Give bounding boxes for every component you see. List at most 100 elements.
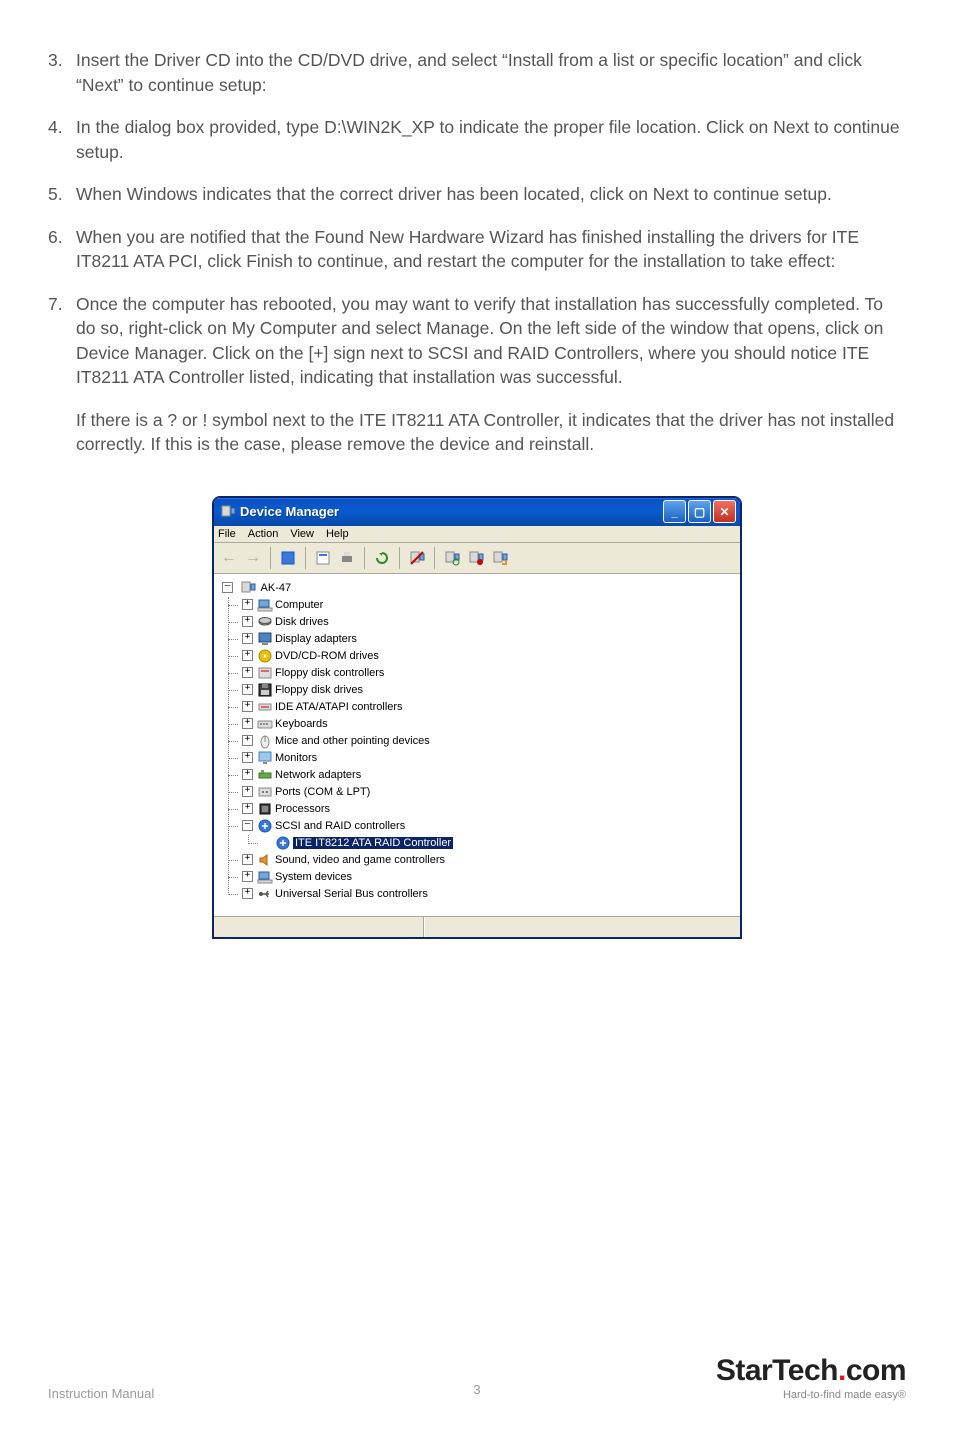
tree-node[interactable]: +Universal Serial Bus controllers: [242, 886, 736, 903]
expand-icon[interactable]: +: [242, 752, 253, 763]
display-icon: [257, 631, 273, 647]
expand-icon[interactable]: –: [242, 820, 253, 831]
computer-icon: [240, 580, 256, 596]
tree-node[interactable]: + Floppy disk drives: [242, 682, 736, 699]
node-label: SCSI and RAID controllers: [275, 820, 405, 832]
monitor-icon: [257, 750, 273, 766]
expand-icon[interactable]: +: [242, 854, 253, 865]
page-number: 3: [473, 1382, 480, 1397]
node-label: Floppy disk controllers: [275, 667, 384, 679]
toolbar: ← →: [214, 543, 740, 574]
tree-node[interactable]: + Sound, video and game controllers: [242, 852, 736, 869]
device-manager-window: Device Manager _ ▢ ✕ File Action View He…: [213, 497, 741, 938]
node-label: Monitors: [275, 752, 317, 764]
tree-node[interactable]: ITE IT8212 ATA RAID Controller: [262, 835, 736, 852]
tree-node[interactable]: +Disk drives: [242, 614, 736, 631]
node-label: DVD/CD-ROM drives: [275, 650, 379, 662]
node-label: Network adapters: [275, 769, 361, 781]
ports-icon: [257, 784, 273, 800]
expand-icon[interactable]: +: [242, 718, 253, 729]
node-label: Floppy disk drives: [275, 684, 363, 696]
expand-icon[interactable]: +: [242, 786, 253, 797]
statusbar: [214, 916, 740, 937]
expand-icon[interactable]: +: [242, 803, 253, 814]
ide-icon: [257, 699, 273, 715]
tree-node[interactable]: + DVD/CD-ROM drives: [242, 648, 736, 665]
close-button[interactable]: ✕: [713, 500, 736, 523]
tree-node[interactable]: + Network adapters: [242, 767, 736, 784]
step-7: 7.Once the computer has rebooted, you ma…: [48, 292, 906, 390]
expand-icon[interactable]: +: [242, 650, 253, 661]
floppyctrl-icon: [257, 665, 273, 681]
minimize-button[interactable]: _: [663, 500, 686, 523]
keyboard-icon: [257, 716, 273, 732]
app-icon: [220, 504, 236, 520]
tree-node[interactable]: + IDE ATA/ATAPI controllers: [242, 699, 736, 716]
logo: StarTech.com Hard-to-find made easy®: [716, 1354, 906, 1401]
node-label: Mice and other pointing devices: [275, 735, 430, 747]
disk-icon: [257, 614, 273, 630]
tree-node[interactable]: + Floppy disk controllers: [242, 665, 736, 682]
tree-node[interactable]: + Ports (COM & LPT): [242, 784, 736, 801]
tree-node[interactable]: + Computer: [242, 597, 736, 614]
tree-node[interactable]: + Mice and other pointing devices: [242, 733, 736, 750]
node-label: Sound, video and game controllers: [275, 854, 445, 866]
scsi-icon: [275, 835, 291, 851]
expand-icon[interactable]: +: [242, 616, 253, 627]
collapse-icon[interactable]: –: [222, 582, 233, 593]
menu-view[interactable]: View: [290, 528, 314, 540]
followup-paragraph: If there is a ? or ! symbol next to the …: [48, 408, 906, 457]
tree-node[interactable]: + Processors: [242, 801, 736, 818]
print-icon[interactable]: [338, 549, 356, 567]
uninstall-icon[interactable]: [408, 549, 426, 567]
expand-icon[interactable]: +: [242, 888, 253, 899]
tree-root-node[interactable]: – AK-47 +Computer+Disk drives+Display ad…: [218, 580, 736, 903]
back-icon[interactable]: ←: [220, 549, 238, 567]
properties-icon[interactable]: [314, 549, 332, 567]
menu-action[interactable]: Action: [248, 528, 279, 540]
update-icon[interactable]: [491, 549, 509, 567]
titlebar[interactable]: Device Manager _ ▢ ✕: [214, 498, 740, 526]
page-footer: Instruction Manual 3 StarTech.com Hard-t…: [48, 1354, 906, 1401]
scan-icon[interactable]: [443, 549, 461, 567]
sound-icon: [257, 852, 273, 868]
computer-icon: [257, 597, 273, 613]
expand-icon[interactable]: +: [242, 684, 253, 695]
expand-icon[interactable]: +: [242, 599, 253, 610]
view-icon[interactable]: [279, 549, 297, 567]
root-label: AK-47: [261, 582, 292, 594]
cpu-icon: [257, 801, 273, 817]
step-4: 4.In the dialog box provided, type D:\WI…: [48, 115, 906, 164]
node-label: IDE ATA/ATAPI controllers: [275, 701, 403, 713]
expand-icon[interactable]: +: [242, 735, 253, 746]
node-label: Ports (COM & LPT): [275, 786, 370, 798]
usb-icon: [257, 886, 273, 902]
node-label: Keyboards: [275, 718, 328, 730]
device-tree[interactable]: – AK-47 +Computer+Disk drives+Display ad…: [214, 574, 740, 916]
expand-icon[interactable]: +: [242, 871, 253, 882]
disable-icon[interactable]: [467, 549, 485, 567]
step-6: 6.When you are notified that the Found N…: [48, 225, 906, 274]
tree-node[interactable]: + Display adapters: [242, 631, 736, 648]
tree-node[interactable]: +System devices: [242, 869, 736, 886]
menu-help[interactable]: Help: [326, 528, 349, 540]
expand-icon[interactable]: +: [242, 667, 253, 678]
expand-icon[interactable]: +: [242, 769, 253, 780]
expand-icon[interactable]: +: [242, 701, 253, 712]
tree-node[interactable]: + Keyboards: [242, 716, 736, 733]
maximize-button[interactable]: ▢: [688, 500, 711, 523]
tree-node[interactable]: – SCSI and RAID controllers ITE IT8212 ATA…: [242, 818, 736, 852]
step-5: 5.When Windows indicates that the correc…: [48, 182, 906, 207]
step-3: 3.Insert the Driver CD into the CD/DVD d…: [48, 48, 906, 97]
menubar[interactable]: File Action View Help: [214, 526, 740, 543]
forward-icon[interactable]: →: [244, 549, 262, 567]
network-icon: [257, 767, 273, 783]
dvd-icon: [257, 648, 273, 664]
tree-node[interactable]: + Monitors: [242, 750, 736, 767]
expand-icon[interactable]: +: [242, 633, 253, 644]
node-label: Display adapters: [275, 633, 357, 645]
menu-file[interactable]: File: [218, 528, 236, 540]
node-label: Computer: [275, 599, 323, 611]
refresh-icon[interactable]: [373, 549, 391, 567]
node-label: Processors: [275, 803, 330, 815]
